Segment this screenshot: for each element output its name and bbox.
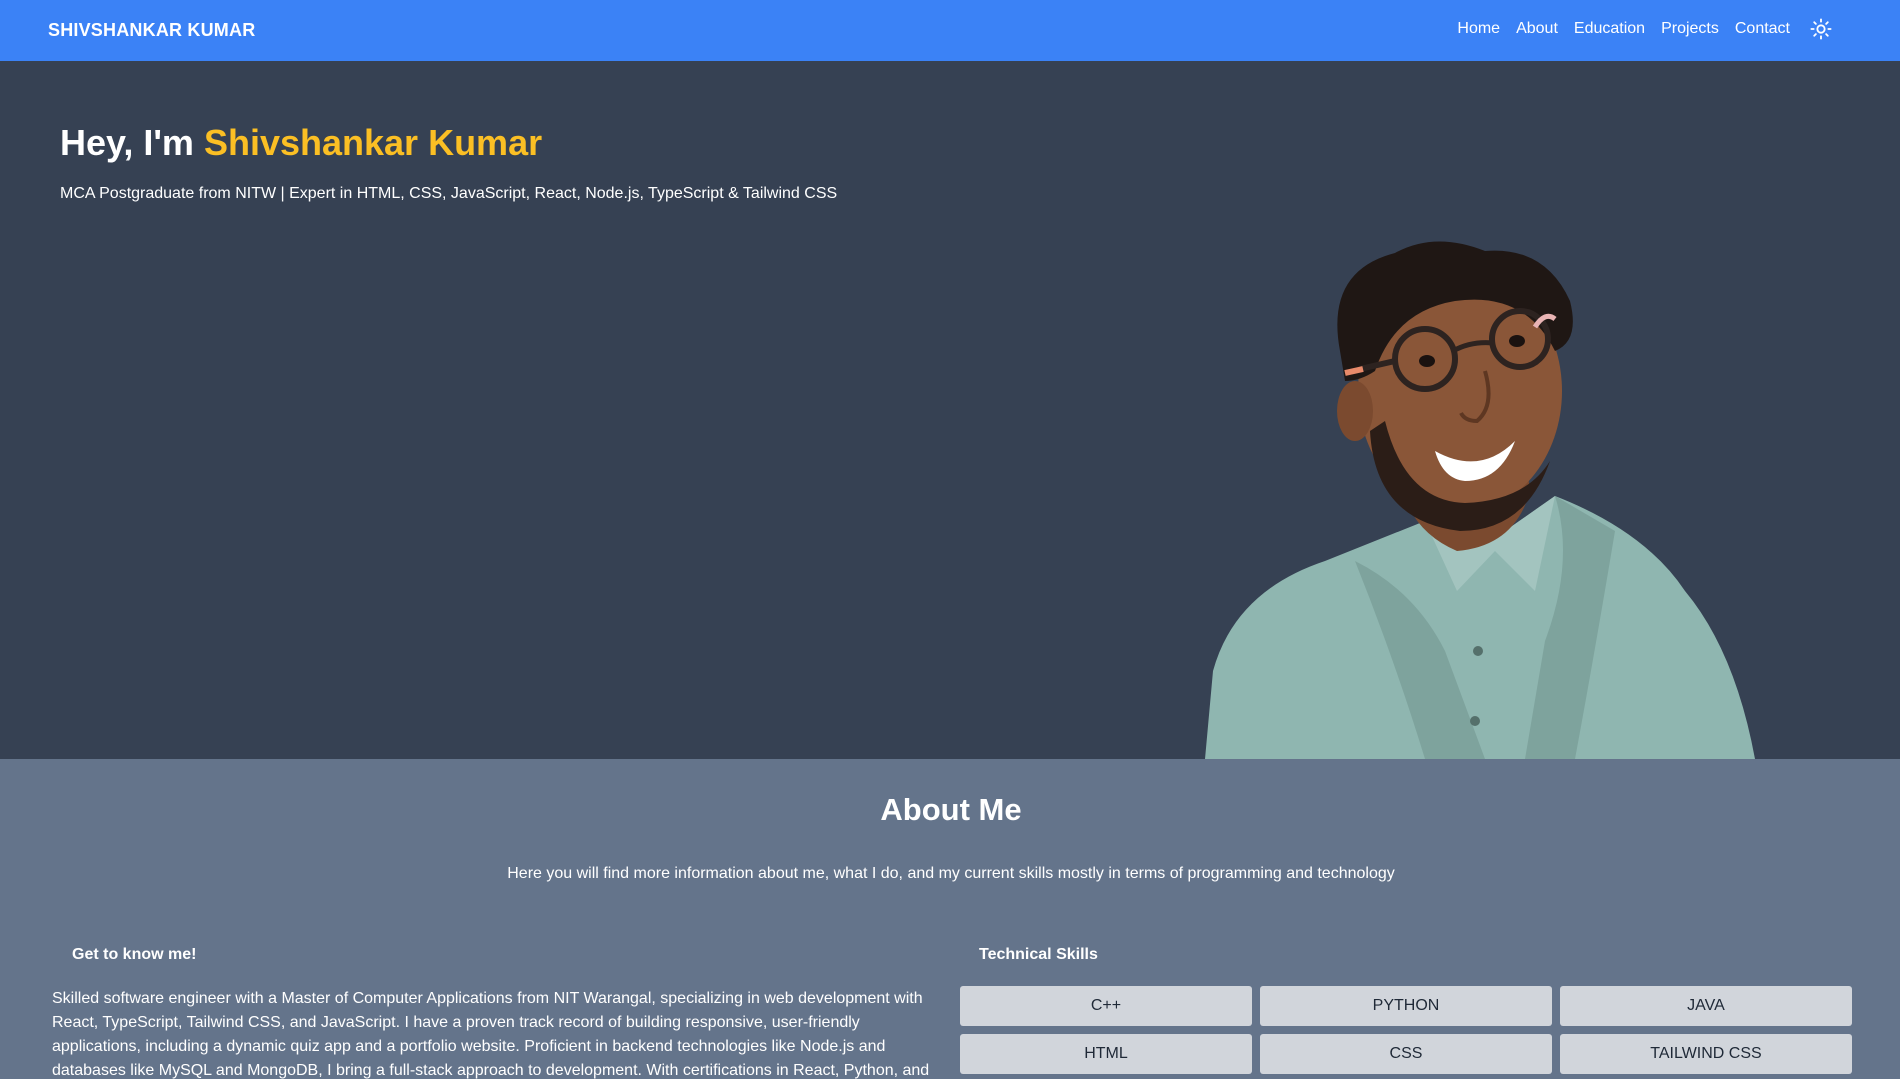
nav-link-contact[interactable]: Contact [1735, 20, 1790, 38]
skill-tile-css: CSS [1260, 1034, 1552, 1074]
brand-logo[interactable]: SHIVSHANKAR KUMAR [48, 0, 255, 61]
skill-tile-html: HTML [960, 1034, 1252, 1074]
about-section: About Me Here you will find more informa… [0, 759, 1900, 1079]
hero-title: Hey, I'm Shivshankar Kumar [60, 122, 542, 164]
skill-tile-python: PYTHON [1260, 986, 1552, 1026]
nav-links: Home About Education Projects Contact [1457, 0, 1834, 58]
nav-link-home[interactable]: Home [1457, 20, 1500, 38]
about-body-text: Skilled software engineer with a Master … [52, 990, 930, 1079]
hero-name: Shivshankar Kumar [203, 122, 543, 163]
sun-icon [1810, 18, 1832, 40]
technical-skills-heading: Technical Skills [979, 946, 1098, 963]
skill-tile-java: JAVA [1560, 986, 1852, 1026]
theme-toggle-button[interactable] [1808, 16, 1834, 42]
hero-subtitle: MCA Postgraduate from NITW | Expert in H… [60, 185, 838, 202]
skills-grid: C++ PYTHON JAVA HTML CSS TAILWIND CSS [960, 986, 1852, 1074]
skill-tile-cpp: C++ [960, 986, 1252, 1026]
nav-link-about[interactable]: About [1516, 20, 1558, 38]
nav-link-education[interactable]: Education [1574, 20, 1645, 38]
skill-tile-tailwind-css: TAILWIND CSS [1560, 1034, 1852, 1074]
about-title: About Me [880, 792, 1022, 827]
nav-link-projects[interactable]: Projects [1661, 20, 1719, 38]
navbar: SHIVSHANKAR KUMAR Home About Education P… [0, 0, 1900, 61]
about-intro: Here you will find more information abou… [507, 865, 1395, 882]
profile-photo [1205, 241, 1755, 759]
get-to-know-heading: Get to know me! [72, 946, 197, 963]
hero-greeting: Hey, I'm [60, 122, 194, 163]
hero-section: Hey, I'm Shivshankar Kumar MCA Postgradu… [0, 61, 1900, 759]
